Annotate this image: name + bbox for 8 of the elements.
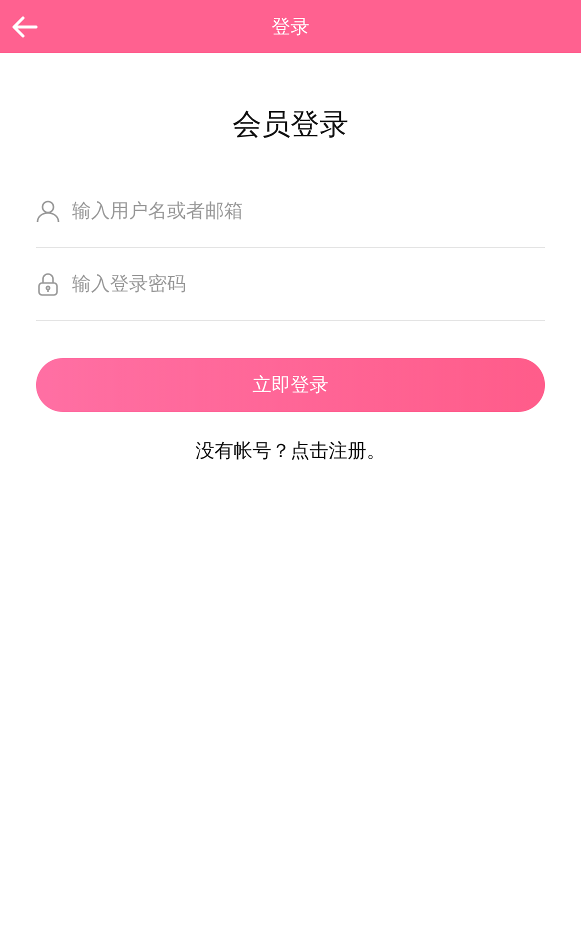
back-arrow-icon (12, 16, 38, 38)
password-field[interactable]: 输入登录密码 (72, 273, 545, 295)
page-title: 登录 (272, 14, 310, 40)
username-field[interactable]: 输入用户名或者邮箱 (72, 200, 545, 222)
login-heading: 会员登录 (232, 106, 348, 143)
register-link[interactable]: 没有帐号？点击注册。 (196, 438, 386, 464)
user-icon (36, 199, 60, 223)
lock-icon (36, 272, 60, 296)
